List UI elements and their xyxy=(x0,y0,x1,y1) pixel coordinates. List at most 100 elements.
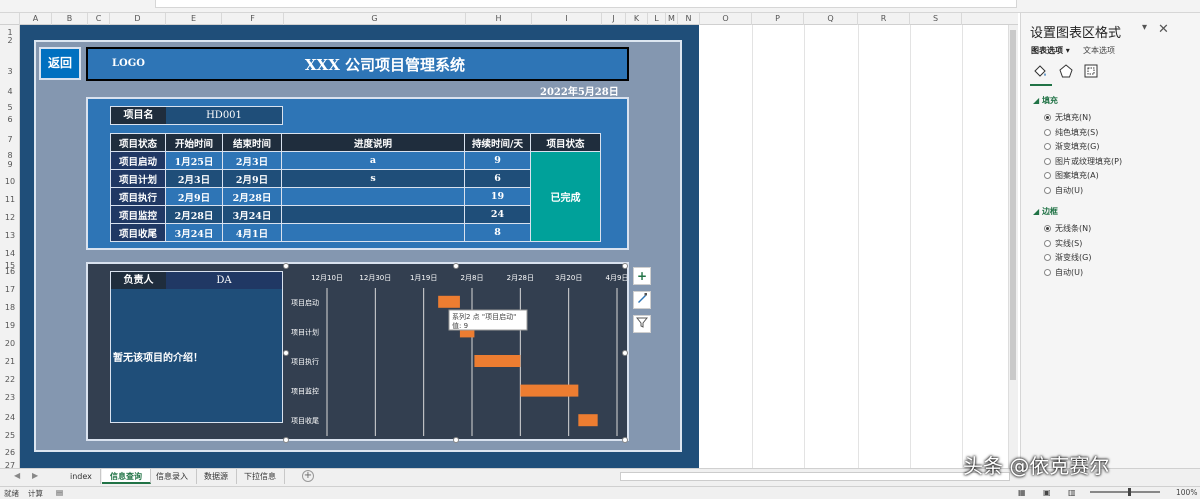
table-cell[interactable]: 6 xyxy=(464,169,531,188)
table-cell[interactable]: 项目监控 xyxy=(110,205,166,224)
resize-handle[interactable] xyxy=(453,437,459,443)
size-properties-icon[interactable] xyxy=(1082,62,1100,80)
column-header[interactable]: M xyxy=(666,13,678,25)
resize-handle[interactable] xyxy=(283,437,289,443)
table-cell[interactable]: 2月9日 xyxy=(165,187,223,206)
column-header[interactable]: N xyxy=(678,13,700,25)
table-cell[interactable]: 24 xyxy=(464,205,531,224)
gantt-bar[interactable] xyxy=(438,295,460,308)
gantt-bar[interactable] xyxy=(474,355,521,367)
vertical-scrollbar-thumb[interactable] xyxy=(1010,30,1016,380)
table-cell[interactable]: 1月25日 xyxy=(165,151,223,170)
row-header[interactable]: 6 xyxy=(0,115,20,124)
row-header[interactable]: 9 xyxy=(0,160,20,169)
radio-option[interactable]: 图案填充(A) xyxy=(1044,170,1099,181)
row-header[interactable]: 18 xyxy=(0,303,20,312)
column-header[interactable]: D xyxy=(110,13,166,25)
radio-icon[interactable] xyxy=(1044,268,1051,276)
row-header[interactable]: 21 xyxy=(0,357,20,366)
chevron-down-icon[interactable]: ▾ xyxy=(1142,22,1147,33)
column-header[interactable]: Q xyxy=(804,13,858,25)
table-cell[interactable]: 2月9日 xyxy=(222,169,282,188)
table-cell[interactable]: 项目收尾 xyxy=(110,223,166,242)
column-header[interactable]: E xyxy=(166,13,222,25)
table-cell[interactable]: 2月28日 xyxy=(165,205,223,224)
table-cell[interactable]: 4月1日 xyxy=(222,223,282,242)
column-header[interactable]: L xyxy=(648,13,666,25)
row-header[interactable]: 17 xyxy=(0,285,20,294)
radio-option[interactable]: 纯色填充(S) xyxy=(1044,127,1098,138)
radio-option[interactable]: 自动(U) xyxy=(1044,267,1083,278)
row-header[interactable]: 26 xyxy=(0,448,20,457)
row-header[interactable]: 20 xyxy=(0,339,20,348)
sheet-tab[interactable]: 数据源 xyxy=(196,469,237,484)
row-header[interactable]: 14 xyxy=(0,249,20,258)
column-header[interactable]: I xyxy=(532,13,602,25)
column-header[interactable]: R xyxy=(858,13,910,25)
back-button[interactable]: 返回 xyxy=(39,47,81,80)
table-cell[interactable]: 项目计划 xyxy=(110,169,166,188)
resize-handle[interactable] xyxy=(622,263,628,269)
gantt-chart[interactable]: 12月10日 12月30日 1月19日 2月8日 2月28日 3月20日 4月9日项目启动项… xyxy=(287,266,627,441)
chart-styles-icon[interactable] xyxy=(633,291,651,309)
table-cell[interactable]: 19 xyxy=(464,187,531,206)
row-header[interactable]: 12 xyxy=(0,213,20,222)
row-header[interactable]: 13 xyxy=(0,231,20,240)
radio-option[interactable]: 实线(S) xyxy=(1044,238,1082,249)
column-header[interactable]: H xyxy=(466,13,532,25)
radio-option[interactable]: 渐变线(G) xyxy=(1044,252,1091,263)
row-header[interactable]: 2 xyxy=(0,36,20,45)
column-header[interactable]: K xyxy=(626,13,648,25)
zoom-slider-thumb[interactable] xyxy=(1128,488,1131,496)
gantt-bar[interactable] xyxy=(520,384,579,397)
sheet-tab[interactable]: index xyxy=(62,469,101,484)
table-cell[interactable]: 2月28日 xyxy=(222,187,282,206)
table-cell[interactable]: s xyxy=(281,169,465,188)
gantt-bar[interactable] xyxy=(578,414,598,427)
radio-icon[interactable] xyxy=(1044,254,1051,261)
column-header[interactable]: P xyxy=(752,13,804,25)
resize-handle[interactable] xyxy=(622,437,628,443)
column-header[interactable]: A xyxy=(20,13,52,25)
resize-handle[interactable] xyxy=(283,350,289,356)
column-header[interactable]: F xyxy=(222,13,284,25)
page-layout-view-icon[interactable]: ▣ xyxy=(1043,488,1051,497)
row-header[interactable]: 3 xyxy=(0,67,20,76)
radio-option[interactable]: 无线条(N) xyxy=(1044,223,1091,234)
project-name-value[interactable]: HD001 xyxy=(166,107,282,124)
radio-icon[interactable] xyxy=(1044,225,1051,232)
chart-elements-icon[interactable]: + xyxy=(633,267,651,285)
sheet-tab[interactable]: 信息录入 xyxy=(148,469,197,484)
row-header[interactable]: 4 xyxy=(0,87,20,96)
radio-icon[interactable] xyxy=(1044,114,1051,121)
row-header[interactable]: 19 xyxy=(0,321,20,330)
column-header[interactable]: G xyxy=(284,13,466,25)
table-cell[interactable]: 8 xyxy=(464,223,531,242)
radio-option[interactable]: 渐变填充(G) xyxy=(1044,141,1099,152)
close-icon[interactable]: ✕ xyxy=(1158,22,1169,37)
table-cell[interactable] xyxy=(281,223,465,242)
table-cell[interactable]: 2月3日 xyxy=(222,151,282,170)
table-cell[interactable]: 3月24日 xyxy=(165,223,223,242)
row-header[interactable]: 24 xyxy=(0,413,20,422)
tab-text-options[interactable]: 文本选项 xyxy=(1083,45,1115,56)
sheet-tab[interactable]: 信息查询 xyxy=(102,469,151,484)
sheet-tab[interactable]: 下拉信息 xyxy=(236,469,285,484)
resize-handle[interactable] xyxy=(453,263,459,269)
resize-handle[interactable] xyxy=(622,350,628,356)
radio-icon[interactable] xyxy=(1044,186,1051,194)
radio-option[interactable]: 图片或纹理填充(P) xyxy=(1044,156,1122,167)
formula-input[interactable] xyxy=(155,0,1017,8)
table-cell[interactable]: 项目执行 xyxy=(110,187,166,206)
owner-value[interactable]: DA xyxy=(166,272,282,289)
scroll-left-icon[interactable]: ◀ xyxy=(14,471,20,480)
radio-icon[interactable] xyxy=(1044,172,1051,179)
fill-section-header[interactable]: ◢ 填充 xyxy=(1033,95,1058,106)
row-header[interactable]: 23 xyxy=(0,393,20,402)
normal-view-icon[interactable]: ▦ xyxy=(1018,488,1026,497)
table-cell[interactable]: a xyxy=(281,151,465,170)
table-cell[interactable]: 2月3日 xyxy=(165,169,223,188)
add-sheet-icon[interactable]: + xyxy=(302,470,314,482)
column-header[interactable]: O xyxy=(700,13,752,25)
page-break-view-icon[interactable]: ▥ xyxy=(1068,488,1076,497)
